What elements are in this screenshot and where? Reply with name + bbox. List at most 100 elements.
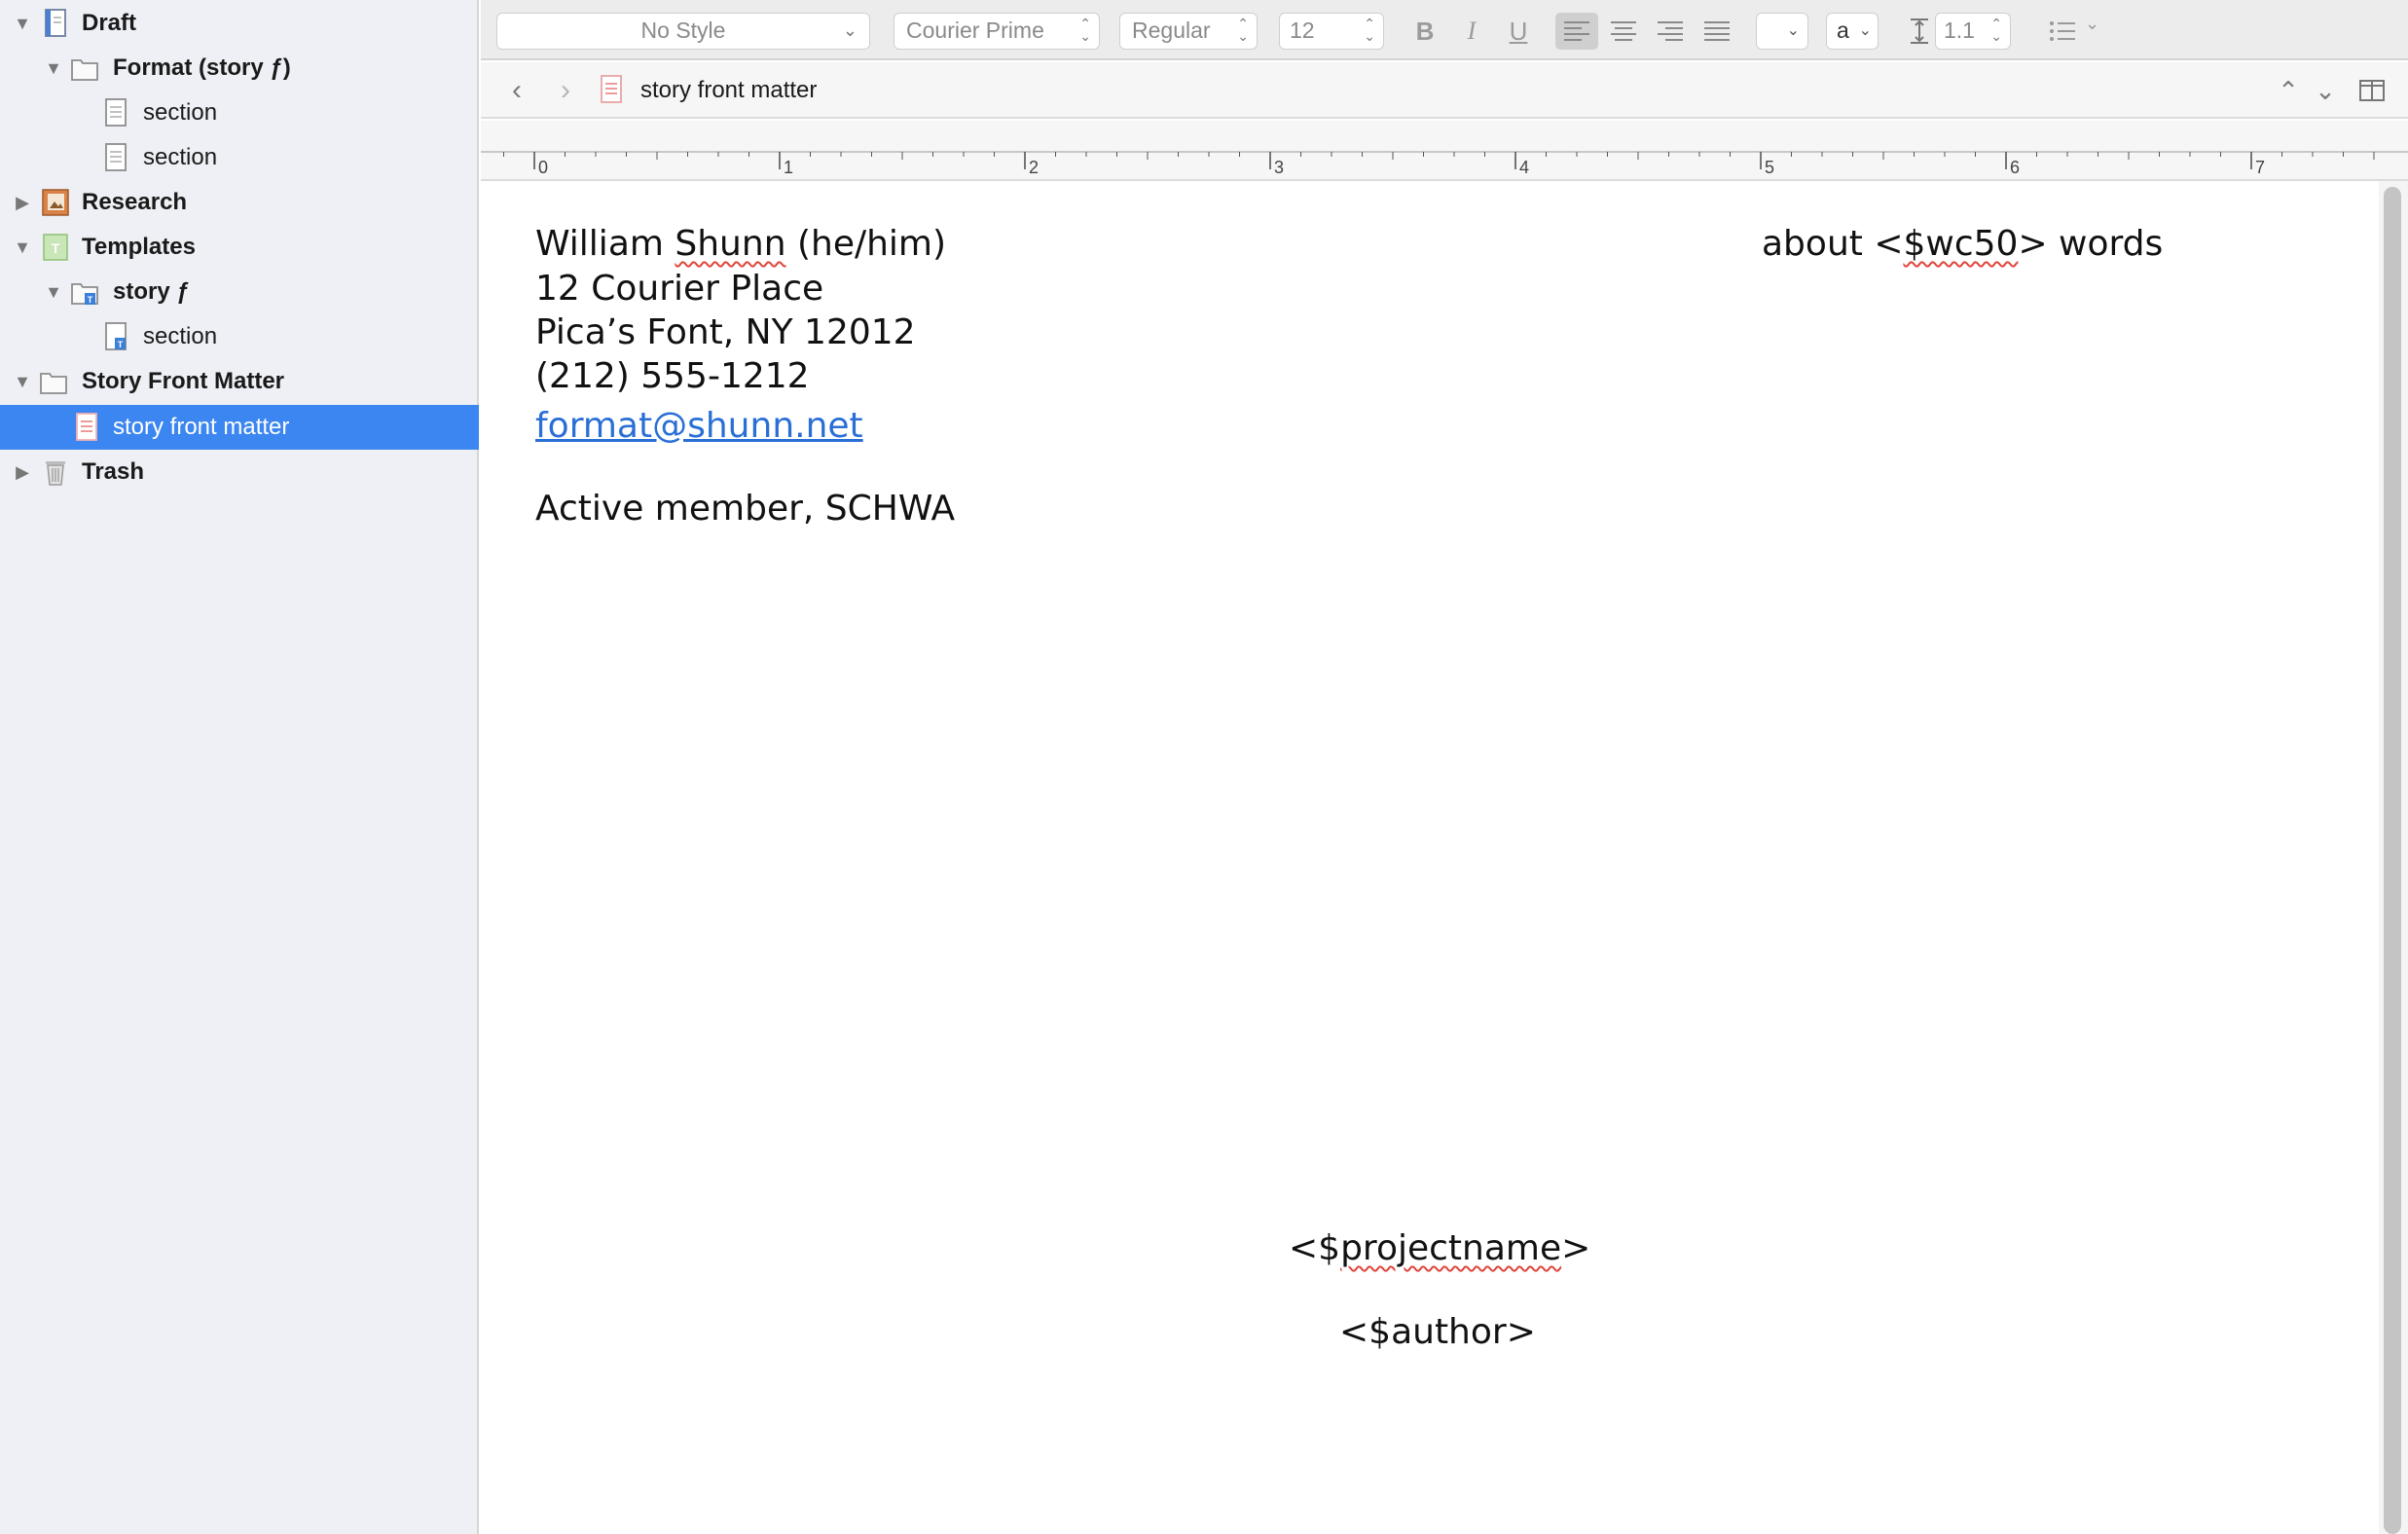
disclosure-expanded-icon[interactable]: ▼ bbox=[44, 282, 63, 302]
document-icon bbox=[105, 143, 127, 171]
folder-icon bbox=[71, 59, 98, 81]
ruler[interactable]: 0 1 2 3 4 5 6 7 bbox=[481, 121, 2408, 181]
binder-item-label: story ƒ bbox=[113, 278, 190, 305]
bold-button[interactable]: B bbox=[1405, 13, 1444, 50]
forward-arrow-icon[interactable]: › bbox=[549, 74, 582, 107]
font-size-field[interactable]: 12 ⌃ ⌄ bbox=[1279, 13, 1384, 50]
list-style-dropdown[interactable]: ⌄ bbox=[2048, 14, 2104, 47]
chevron-down-icon: ⌄ bbox=[1786, 22, 1800, 39]
binder-item-draft[interactable]: ▼ Draft bbox=[0, 1, 479, 46]
previous-document-icon[interactable]: ⌃ bbox=[2272, 74, 2305, 107]
ruler-label: 6 bbox=[2010, 158, 2020, 177]
next-document-icon[interactable]: ⌄ bbox=[2309, 74, 2342, 107]
binder-item-label: Story Front Matter bbox=[82, 368, 285, 394]
author-placeholder: <$author> bbox=[1339, 1312, 1536, 1352]
binder-item-templates[interactable]: ▼ T Templates bbox=[0, 225, 479, 270]
stepper-arrows-icon: ⌃ ⌄ bbox=[1990, 16, 2002, 44]
chevron-down-icon: ⌄ bbox=[1858, 22, 1872, 39]
binder-item-section[interactable]: section bbox=[0, 91, 479, 135]
project-name-placeholder: <$projectname> bbox=[1289, 1228, 1591, 1268]
stepper-arrows-icon: ⌃ ⌄ bbox=[1079, 16, 1091, 44]
align-center-button[interactable] bbox=[1602, 13, 1645, 50]
disclosure-expanded-icon[interactable]: ▼ bbox=[13, 237, 32, 257]
binder-item-label: story front matter bbox=[113, 414, 290, 440]
binder-item-label: Trash bbox=[82, 458, 145, 485]
misspelled-word: Shunn bbox=[675, 224, 786, 264]
draft-document-icon bbox=[45, 9, 66, 37]
research-folder-icon bbox=[42, 189, 69, 216]
binder-item-label: Research bbox=[82, 189, 188, 215]
front-matter-document-icon bbox=[76, 413, 97, 441]
underline-button[interactable]: U bbox=[1499, 13, 1538, 50]
ruler-label: 7 bbox=[2255, 158, 2265, 177]
binder-item-story-front-matter-folder[interactable]: ▼ Story Front Matter bbox=[0, 359, 479, 404]
address-line-2: Pica’s Font, NY 12012 bbox=[535, 312, 916, 352]
font-family-dropdown[interactable]: Courier Prime ⌃ ⌄ bbox=[894, 13, 1100, 50]
front-matter-document-icon bbox=[601, 75, 622, 103]
align-left-button[interactable] bbox=[1555, 13, 1598, 50]
disclosure-expanded-icon[interactable]: ▼ bbox=[44, 58, 63, 78]
binder-item-label: Templates bbox=[82, 234, 196, 260]
templates-folder-icon: T bbox=[43, 234, 68, 261]
line-spacing-value: 1.1 bbox=[1944, 18, 1975, 43]
word-count-line: about <$wc50> words bbox=[1762, 224, 2164, 264]
ruler-label: 3 bbox=[1274, 158, 1284, 177]
template-document-icon: T bbox=[105, 322, 127, 350]
binder-item-story-template[interactable]: ▼ T story ƒ bbox=[0, 270, 479, 314]
italic-button[interactable]: I bbox=[1452, 13, 1491, 50]
highlight-color-dropdown[interactable]: ⌄ bbox=[1756, 13, 1808, 50]
align-justify-button[interactable] bbox=[1696, 13, 1738, 50]
ruler-label: 2 bbox=[1029, 158, 1039, 177]
vertical-scrollbar-thumb[interactable] bbox=[2384, 187, 2401, 1534]
line-spacing-field[interactable]: 1.1 ⌃ ⌄ bbox=[1935, 13, 2011, 50]
phone-line: (212) 555-1212 bbox=[535, 356, 810, 396]
style-value: No Style bbox=[640, 18, 726, 43]
binder-item-trash[interactable]: ▶ Trash bbox=[0, 450, 479, 494]
font-weight-dropdown[interactable]: Regular ⌃ ⌄ bbox=[1119, 13, 1258, 50]
binder-item-research[interactable]: ▶ Research bbox=[0, 180, 479, 225]
email-link[interactable]: format@shunn.net bbox=[535, 404, 863, 449]
folder-icon bbox=[40, 373, 67, 394]
document-icon bbox=[105, 98, 127, 127]
ruler-label: 1 bbox=[784, 158, 793, 177]
misspelled-word: $wc50 bbox=[1903, 224, 2019, 264]
font-family-value: Courier Prime bbox=[906, 18, 1044, 43]
membership-line: Active member, SCHWA bbox=[535, 489, 956, 529]
chevron-down-icon: ⌄ bbox=[2085, 14, 2100, 33]
align-right-button[interactable] bbox=[1649, 13, 1692, 50]
text-color-dropdown[interactable]: a ⌄ bbox=[1826, 13, 1879, 50]
binder-item-section[interactable]: T section bbox=[0, 314, 479, 359]
address-line-1: 12 Courier Place bbox=[535, 269, 824, 309]
svg-text:T: T bbox=[88, 295, 93, 305]
style-dropdown[interactable]: No Style ⌄ bbox=[496, 13, 870, 50]
back-arrow-icon[interactable]: ‹ bbox=[500, 74, 533, 107]
ruler-label: 0 bbox=[538, 158, 548, 177]
trash-icon bbox=[46, 461, 65, 486]
template-folder-icon: T bbox=[71, 283, 98, 305]
stepper-arrows-icon: ⌃ ⌄ bbox=[1237, 16, 1249, 44]
scrivener-window: ▼ Draft ▼ Format (story ƒ) section secti… bbox=[0, 0, 2408, 1534]
binder-sidebar: ▼ Draft ▼ Format (story ƒ) section secti… bbox=[0, 0, 479, 1534]
author-name-line: William Shunn (he/him) bbox=[535, 224, 947, 264]
binder-item-label: section bbox=[143, 144, 218, 170]
ruler-label: 5 bbox=[1765, 158, 1774, 177]
binder-item-label: section bbox=[143, 99, 218, 126]
binder-item-label: section bbox=[143, 323, 218, 349]
binder-item-label: Draft bbox=[82, 10, 137, 36]
binder-item-format-folder[interactable]: ▼ Format (story ƒ) bbox=[0, 46, 479, 91]
editor-page[interactable]: William Shunn (he/him) 12 Courier Place … bbox=[481, 181, 2379, 1534]
misspelled-word: projectname bbox=[1340, 1228, 1562, 1268]
format-bar: No Style ⌄ Courier Prime ⌃ ⌄ Regular ⌃ ⌄ 1… bbox=[481, 0, 2408, 60]
binder-item-label: Format (story ƒ) bbox=[113, 55, 291, 81]
split-editor-icon[interactable] bbox=[2359, 80, 2385, 101]
disclosure-collapsed-icon[interactable]: ▶ bbox=[13, 193, 32, 212]
disclosure-expanded-icon[interactable]: ▼ bbox=[13, 14, 32, 33]
disclosure-collapsed-icon[interactable]: ▶ bbox=[13, 462, 32, 482]
binder-item-section[interactable]: section bbox=[0, 135, 479, 180]
binder-item-story-front-matter[interactable]: story front matter bbox=[0, 405, 479, 450]
stepper-arrows-icon: ⌃ ⌄ bbox=[1364, 16, 1375, 44]
line-spacing-icon bbox=[1911, 18, 1928, 44]
font-weight-value: Regular bbox=[1132, 18, 1211, 43]
disclosure-expanded-icon[interactable]: ▼ bbox=[13, 372, 32, 391]
bulleted-list-icon bbox=[2050, 21, 2075, 41]
